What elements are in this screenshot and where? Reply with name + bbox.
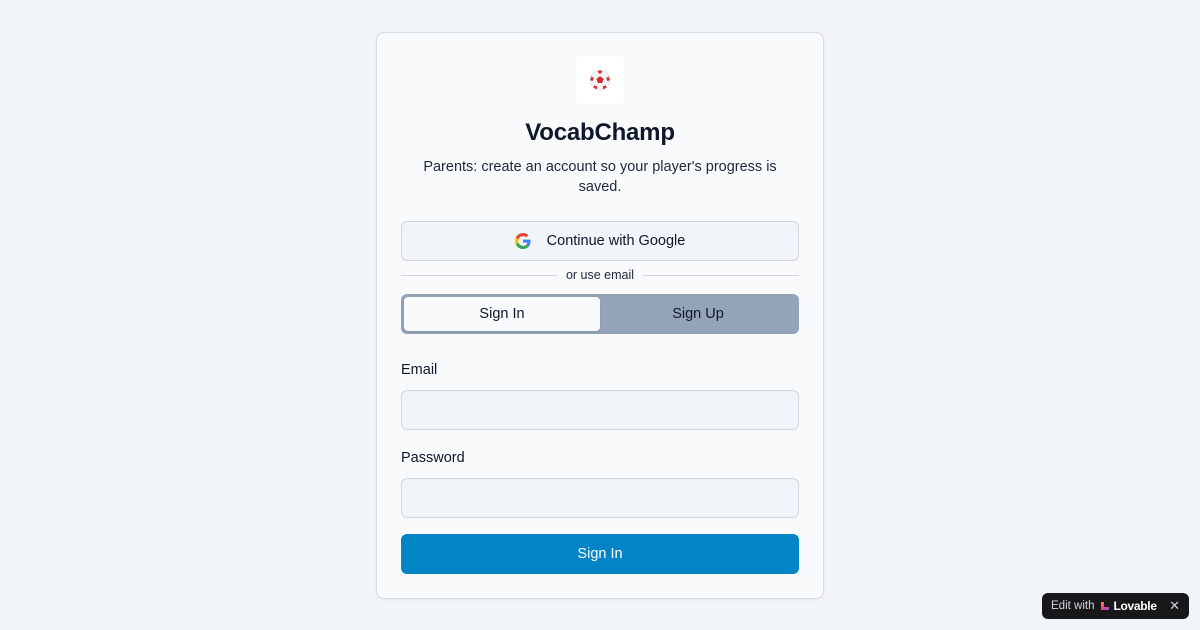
- divider-text: or use email: [565, 268, 635, 282]
- app-title: VocabChamp: [525, 119, 675, 146]
- lovable-heart-icon: [1101, 602, 1110, 610]
- sign-in-button[interactable]: Sign In: [401, 534, 799, 574]
- soccer-ball-icon: [589, 69, 611, 91]
- app-logo: [576, 56, 624, 104]
- badge-edit-text: Edit with: [1051, 600, 1095, 612]
- continue-with-google-button[interactable]: Continue with Google: [401, 221, 799, 261]
- divider-line-left: [401, 274, 557, 276]
- password-field[interactable]: [401, 478, 799, 518]
- divider-line-right: [643, 274, 799, 276]
- google-button-label: Continue with Google: [546, 233, 686, 249]
- close-icon[interactable]: ✕: [1169, 598, 1180, 614]
- edit-with-lovable-badge[interactable]: Edit with Lovable ✕: [1042, 593, 1189, 619]
- tab-sign-in[interactable]: Sign In: [404, 297, 600, 331]
- auth-tabs: Sign In Sign Up: [401, 294, 799, 334]
- app-subtitle: Parents: create an account so your playe…: [423, 159, 777, 195]
- badge-brand-text: Lovable: [1113, 599, 1157, 613]
- email-label: Email: [401, 362, 438, 378]
- google-icon: [514, 233, 531, 249]
- lovable-brand: Lovable: [1100, 599, 1157, 613]
- or-divider: or use email: [401, 267, 799, 283]
- tab-sign-up[interactable]: Sign Up: [600, 297, 796, 331]
- auth-card: VocabChamp Parents: create an account so…: [376, 32, 824, 599]
- password-label: Password: [401, 450, 465, 466]
- email-field[interactable]: [401, 390, 799, 430]
